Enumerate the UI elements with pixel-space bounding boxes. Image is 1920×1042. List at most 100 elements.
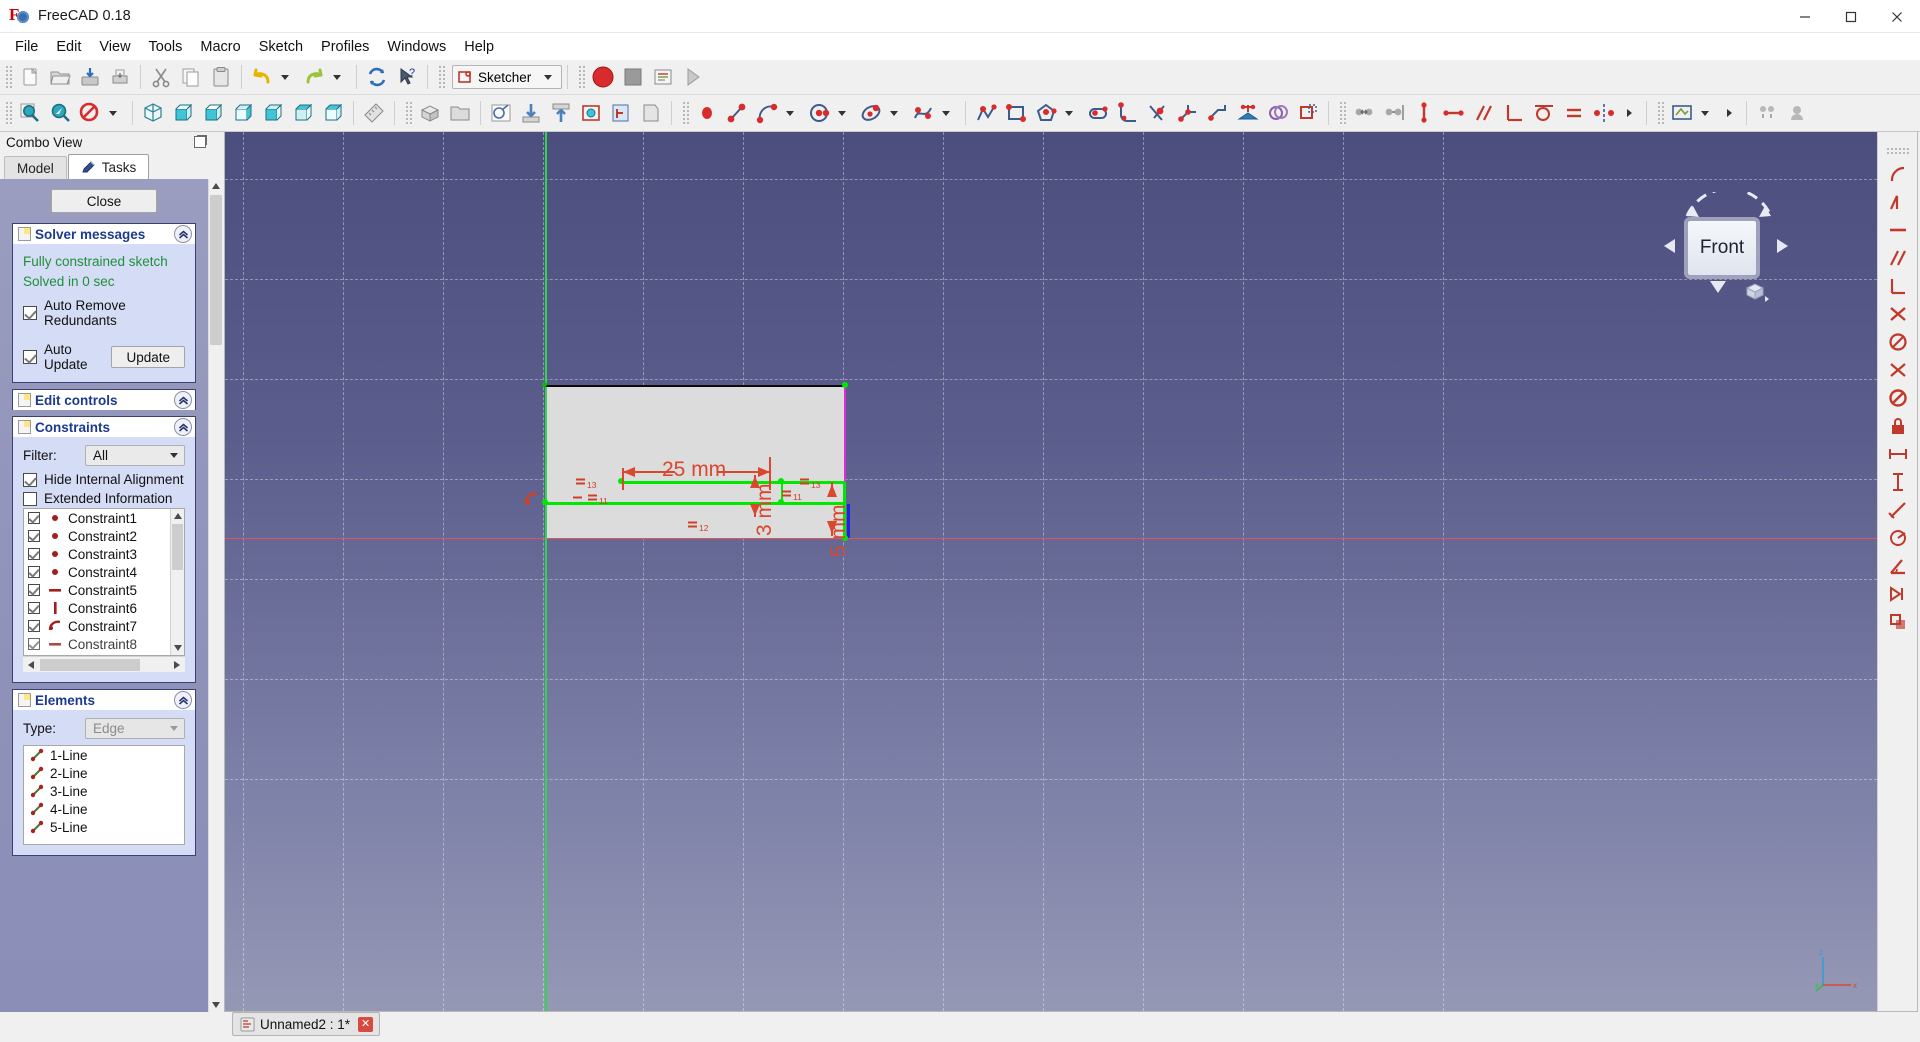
sketcher-tool-17[interactable]	[1883, 609, 1913, 635]
constraint-checkbox[interactable]	[28, 548, 40, 560]
constrain-more-dropdown[interactable]	[1619, 98, 1641, 128]
measure-button[interactable]	[359, 98, 389, 128]
whats-this-button[interactable]: ?	[392, 62, 422, 92]
extended-information-row[interactable]: Extended Information	[23, 491, 185, 506]
menu-profiles[interactable]: Profiles	[312, 36, 378, 58]
tab-tasks[interactable]: Tasks	[67, 154, 150, 179]
menu-sketch[interactable]: Sketch	[250, 36, 312, 58]
toolbar-grip[interactable]	[4, 64, 13, 90]
constraint-checkbox[interactable]	[28, 638, 40, 650]
tangent-constraint-marker[interactable]	[523, 490, 541, 508]
minimize-button[interactable]	[1782, 0, 1828, 33]
scroll-down-icon[interactable]	[171, 641, 184, 655]
leave-sketch-button[interactable]	[546, 98, 576, 128]
nav-cube-face[interactable]: Front	[1687, 220, 1757, 276]
constraint-checkbox[interactable]	[28, 530, 40, 542]
elements-list[interactable]: 1-Line 2-Line 3-Line 4-Line 5-Line	[23, 745, 185, 845]
constrain-symmetric-button[interactable]	[1589, 98, 1619, 128]
print-button[interactable]	[105, 62, 135, 92]
navigation-cube[interactable]: Front	[1659, 192, 1799, 322]
create-conic-dropdown[interactable]	[886, 98, 908, 128]
list-item[interactable]: Constraint5	[24, 581, 184, 599]
constraint-checkbox[interactable]	[28, 512, 40, 524]
list-item[interactable]: 4-Line	[24, 800, 184, 818]
constraint-block-button[interactable]	[1293, 98, 1323, 128]
sketcher-tool-2[interactable]	[1883, 189, 1913, 215]
cut-button[interactable]	[146, 62, 176, 92]
sketcher-tool-11[interactable]	[1883, 441, 1913, 467]
create-line-button[interactable]	[722, 98, 752, 128]
constrain-point-object-button[interactable]	[1379, 98, 1409, 128]
workbench-toolbar-grip[interactable]	[437, 64, 446, 90]
scroll-up-icon[interactable]	[209, 179, 222, 193]
sketcher-tool-1[interactable]	[1883, 161, 1913, 187]
constraint-checkbox[interactable]	[28, 566, 40, 578]
save-document-button[interactable]	[75, 62, 105, 92]
menu-windows[interactable]: Windows	[378, 36, 455, 58]
right-view-button[interactable]	[228, 98, 258, 128]
toolbar-grip[interactable]	[1338, 100, 1347, 126]
create-rectangle-button[interactable]	[1001, 98, 1031, 128]
toolbar-grip[interactable]	[4, 100, 13, 126]
paste-button[interactable]	[206, 62, 236, 92]
toggle-construction-button[interactable]	[1233, 98, 1263, 128]
trim-edge-button[interactable]	[1143, 98, 1173, 128]
sketcher-visual-dropdown[interactable]	[1697, 98, 1719, 128]
constraints-list-hscrollbar[interactable]	[23, 656, 185, 672]
redo-button[interactable]	[299, 62, 329, 92]
list-item[interactable]: Constraint4	[24, 563, 184, 581]
sketcher-tool-13[interactable]	[1883, 497, 1913, 523]
list-item[interactable]: 1-Line	[24, 746, 184, 764]
macro-stop-button[interactable]	[618, 62, 648, 92]
equal-tag-11-right[interactable]: 11	[781, 488, 802, 502]
solver-messages-header[interactable]: Solver messages	[13, 223, 195, 244]
nav-arrow-left-icon[interactable]	[1663, 238, 1677, 259]
menu-edit[interactable]: Edit	[47, 36, 90, 58]
constraint-checkbox[interactable]	[28, 620, 40, 632]
constrain-parallel-button[interactable]	[1469, 98, 1499, 128]
create-point-button[interactable]	[692, 98, 722, 128]
user-tool-b-button[interactable]	[1782, 98, 1812, 128]
nav-arrow-down-icon[interactable]	[1709, 280, 1727, 299]
fit-all-button[interactable]	[15, 98, 45, 128]
hide-internal-alignment-checkbox[interactable]	[23, 472, 37, 487]
vertex-point[interactable]	[842, 382, 848, 388]
list-item[interactable]: Constraint7	[24, 617, 184, 635]
create-polygon-button[interactable]	[1031, 98, 1061, 128]
create-bspline-dropdown[interactable]	[938, 98, 960, 128]
axonometric-view-button[interactable]	[138, 98, 168, 128]
list-item[interactable]: Constraint8	[24, 635, 184, 653]
list-item[interactable]: 5-Line	[24, 818, 184, 836]
sketch-edge-right-upper[interactable]	[844, 385, 846, 485]
hide-internal-alignment-row[interactable]: Hide Internal Alignment	[23, 472, 185, 487]
document-tab[interactable]: Unnamed2 : 1* ✕	[232, 1012, 381, 1036]
copy-button[interactable]	[176, 62, 206, 92]
scroll-down-icon[interactable]	[209, 998, 222, 1012]
constraints-header[interactable]: Constraints	[13, 416, 195, 437]
sketcher-tool-10[interactable]	[1883, 413, 1913, 439]
new-document-button[interactable]	[15, 62, 45, 92]
front-view-button[interactable]	[168, 98, 198, 128]
create-polyline-button[interactable]	[971, 98, 1001, 128]
undock-icon[interactable]	[194, 135, 207, 148]
length-dimension-25mm[interactable]: 25 mm	[662, 458, 726, 482]
menu-help[interactable]: Help	[455, 36, 503, 58]
constrain-tangent-button[interactable]	[1529, 98, 1559, 128]
toolbar-grip[interactable]	[1656, 100, 1665, 126]
redo-dropdown[interactable]	[329, 62, 351, 92]
auto-update-row[interactable]: Auto Update Update	[23, 342, 185, 372]
scrollbar-thumb[interactable]	[172, 524, 183, 570]
draw-style-dropdown[interactable]	[105, 98, 127, 128]
chevron-up-icon[interactable]	[174, 418, 192, 436]
equal-tag-12-bottom[interactable]: 12	[687, 519, 708, 533]
scrollbar-thumb[interactable]	[210, 195, 222, 345]
close-x-icon[interactable]: ✕	[358, 1016, 374, 1032]
merge-sketch-button[interactable]	[636, 98, 666, 128]
constraints-list-scrollbar[interactable]	[170, 509, 184, 655]
auto-update-checkbox[interactable]	[23, 350, 37, 364]
macro-execute-button[interactable]	[678, 62, 708, 92]
rear-view-button[interactable]	[258, 98, 288, 128]
user-tool-a-button[interactable]	[1752, 98, 1782, 128]
create-bspline-button[interactable]	[908, 98, 938, 128]
update-button[interactable]: Update	[111, 346, 185, 368]
